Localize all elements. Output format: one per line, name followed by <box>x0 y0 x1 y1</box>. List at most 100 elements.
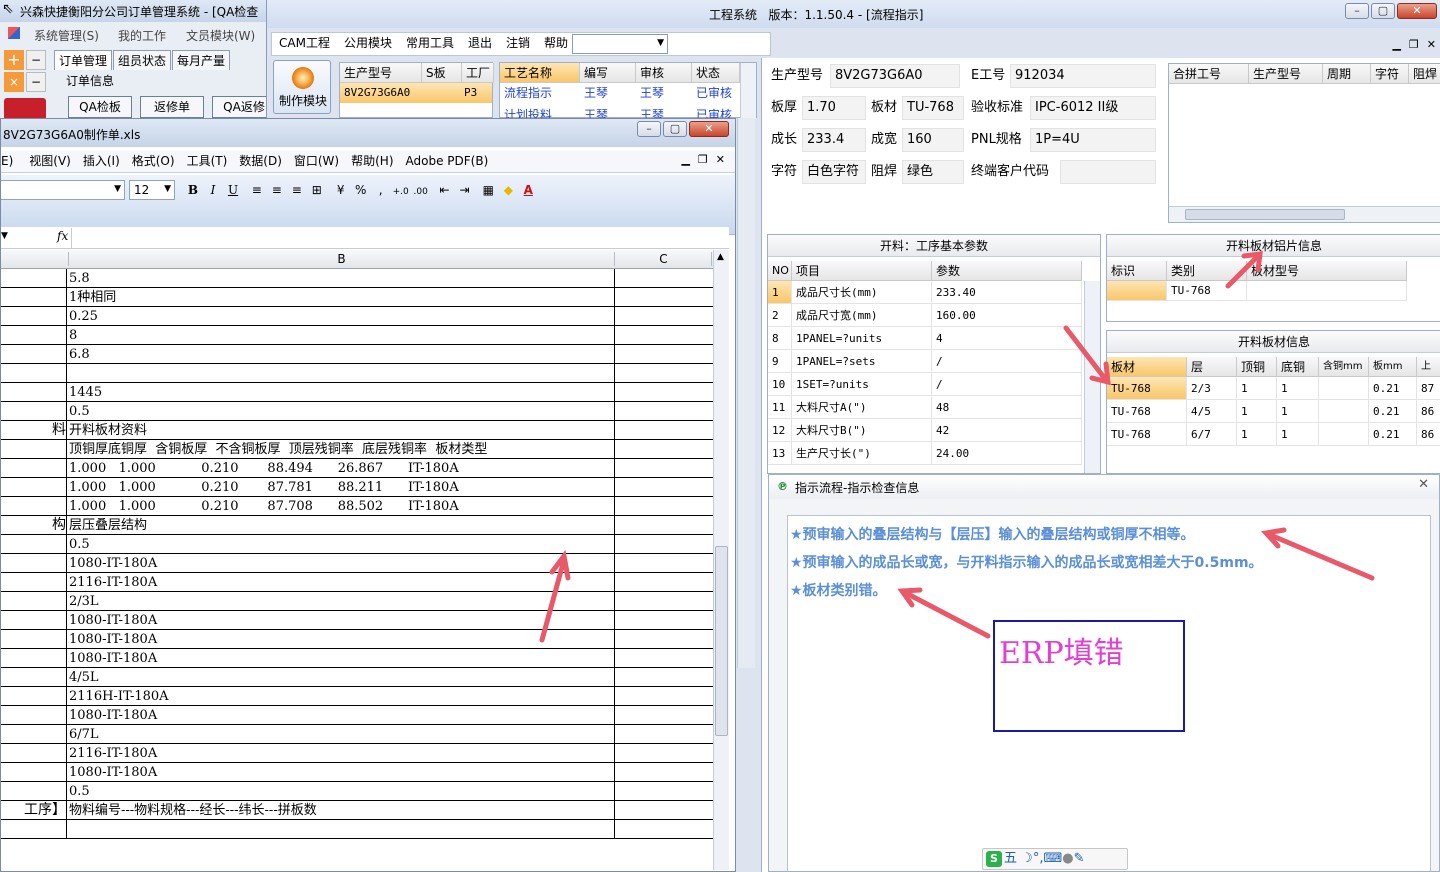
left-scroll-strip[interactable] <box>737 118 755 668</box>
cell-a[interactable] <box>1 763 67 782</box>
cell-item[interactable]: 大料尺寸B(") <box>792 419 932 442</box>
col-header-param[interactable]: 参数 <box>932 261 1082 281</box>
cell-layer[interactable]: 6/7 <box>1187 423 1237 446</box>
cell-param[interactable]: 42 <box>932 419 1082 442</box>
menu-edit[interactable]: E) <box>1 151 23 171</box>
cell-a[interactable]: 构 <box>1 516 67 535</box>
cell-a[interactable] <box>1 402 67 421</box>
punctuation-icon[interactable]: °, <box>1033 851 1044 866</box>
cell-c[interactable] <box>616 573 712 592</box>
blank-icon[interactable]: − <box>26 72 46 92</box>
decrease-decimal-icon[interactable]: .00 <box>411 182 431 202</box>
col-header-b[interactable]: B <box>68 252 615 266</box>
cell-b[interactable]: 2/3L <box>68 592 615 611</box>
table-row[interactable]: 8V2G73G6A0 P3 <box>340 83 492 103</box>
cell-up[interactable]: 86 <box>1417 423 1440 446</box>
cell-a[interactable] <box>1 269 67 288</box>
cell-b[interactable]: 顶铜厚底铜厚 含铜板厚 不含铜板厚 顶层残铜率 底层残铜率 板材类型 <box>68 440 615 459</box>
col-header-layer[interactable]: 层 <box>1187 357 1237 377</box>
col-header-sheet-model[interactable]: 板材型号 <box>1247 261 1407 281</box>
cell-a[interactable] <box>1 725 67 744</box>
cell-a[interactable] <box>1 383 67 402</box>
bold-icon[interactable]: B <box>183 180 203 200</box>
cell-a[interactable] <box>1 820 67 839</box>
cell-board[interactable]: TU-768 <box>1107 400 1187 423</box>
cell-a[interactable] <box>1 649 67 668</box>
menu-clerk[interactable]: 文员模块(W) <box>186 27 255 44</box>
cell-up[interactable]: 86 <box>1417 400 1440 423</box>
rework-button[interactable]: 返修单 <box>140 96 204 118</box>
wrench-icon[interactable]: ✎ <box>1074 851 1085 866</box>
col-header-char[interactable]: 字符 <box>1371 64 1409 84</box>
cell-b[interactable]: 1080-IT-180A <box>68 763 615 782</box>
chevron-down-icon[interactable]: ▼ <box>164 184 171 194</box>
cell-b[interactable]: 2116H-IT-180A <box>68 687 615 706</box>
col-header-up[interactable]: 上 <box>1417 357 1440 377</box>
cell-a[interactable] <box>1 497 67 516</box>
increase-indent-icon[interactable]: ⇥ <box>454 180 474 200</box>
cell-no[interactable]: 10 <box>768 373 792 396</box>
cell-board[interactable]: TU-768 <box>1107 423 1187 446</box>
fill-color-icon[interactable]: ◆ <box>498 180 518 200</box>
horizontal-scrollbar[interactable] <box>1169 206 1440 222</box>
menu-window[interactable]: 窗口(W) <box>288 151 345 171</box>
cell-b[interactable]: 开料板材资料 <box>68 421 615 440</box>
menu-tools[interactable]: 工具(T) <box>181 151 234 171</box>
align-left-icon[interactable]: ≡ <box>247 180 267 200</box>
menu-help[interactable]: 帮助 <box>537 33 575 53</box>
cell-param[interactable]: / <box>932 373 1082 396</box>
cell-layer[interactable]: 2/3 <box>1187 377 1237 400</box>
fx-icon[interactable]: fx <box>57 229 68 243</box>
cell-a[interactable] <box>1 611 67 630</box>
cell-no[interactable]: 9 <box>768 350 792 373</box>
cell-c[interactable] <box>616 706 712 725</box>
cell-a[interactable] <box>1 592 67 611</box>
col-header-board[interactable]: 板材 <box>1107 357 1187 377</box>
cell-a[interactable] <box>1 364 67 383</box>
cell-b[interactable]: 1445 <box>68 383 615 402</box>
cell-item[interactable]: 生产尺寸长(") <box>792 442 932 465</box>
percent-icon[interactable]: % <box>351 180 371 200</box>
std-field[interactable]: IPC-6012 II级 <box>1030 96 1156 120</box>
cell-c[interactable] <box>616 497 712 516</box>
cell-b[interactable] <box>68 820 615 839</box>
cell-sheet-model[interactable] <box>1247 281 1407 301</box>
cell-c[interactable] <box>616 820 712 839</box>
close-icon[interactable]: ✕ <box>689 121 729 137</box>
col-header-item[interactable]: 项目 <box>792 261 932 281</box>
italic-icon[interactable]: I <box>203 180 223 200</box>
cell-c[interactable] <box>616 649 712 668</box>
cell-mark[interactable] <box>1107 281 1167 301</box>
chevron-down-icon[interactable]: ▼ <box>114 184 121 194</box>
vertical-scrollbar[interactable] <box>1084 281 1100 473</box>
col-header-status[interactable]: 状态 <box>692 63 740 83</box>
menu-my-work[interactable]: 我的工作 <box>118 27 166 44</box>
cell-a[interactable] <box>1 440 67 459</box>
cell-c[interactable] <box>616 288 712 307</box>
cell-c[interactable] <box>616 744 712 763</box>
qa-check-button[interactable]: QA检板 <box>68 96 132 118</box>
cell-bottom-cu[interactable]: 1 <box>1277 377 1319 400</box>
cell-top-cu[interactable]: 1 <box>1237 377 1277 400</box>
cell-b[interactable]: 0.5 <box>68 782 615 801</box>
cell-a[interactable] <box>1 478 67 497</box>
col-header-factory[interactable]: 工厂 <box>462 63 494 83</box>
menu-help[interactable]: 帮助(H) <box>345 151 399 171</box>
close-icon[interactable]: ✕ <box>1418 477 1429 492</box>
col-header-merge-model[interactable]: 生产型号 <box>1249 64 1323 84</box>
charset-field[interactable]: 白色字符 <box>802 160 866 184</box>
cell-b[interactable]: 6.8 <box>68 345 615 364</box>
minus-icon[interactable]: − <box>26 50 46 70</box>
col-header-cu-mm[interactable]: 含铜mm <box>1319 357 1369 377</box>
cell-b[interactable]: 2116-IT-180A <box>68 573 615 592</box>
maximize-icon[interactable]: ▢ <box>663 121 687 137</box>
user-icon[interactable]: ● <box>1062 851 1073 866</box>
cell-b[interactable]: 0.25 <box>68 307 615 326</box>
cell-c[interactable] <box>616 326 712 345</box>
col-header-bottom-cu[interactable]: 底铜 <box>1277 357 1319 377</box>
cell-b[interactable]: 1080-IT-180A <box>68 630 615 649</box>
cell-category[interactable]: TU-768 <box>1167 281 1247 301</box>
scroll-up-icon[interactable]: ▲ <box>717 252 724 262</box>
cell-b[interactable]: 0.5 <box>68 402 615 421</box>
cell-b[interactable]: 1.000 1.000 0.210 88.494 26.867 IT-180A <box>68 459 615 478</box>
